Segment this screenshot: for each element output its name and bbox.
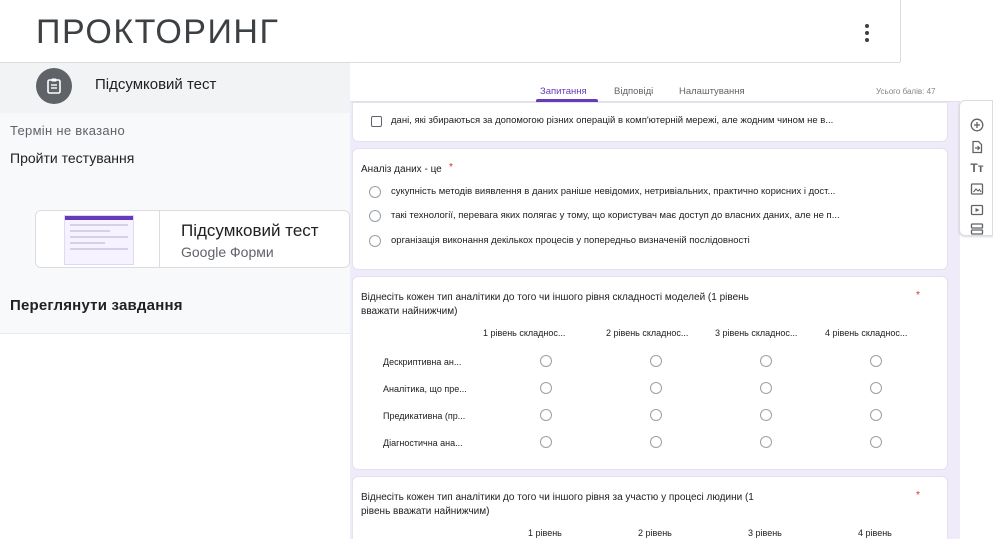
question-title: Аналіз даних - це (361, 164, 442, 175)
panel-divider (0, 333, 350, 334)
due-date-text: Термін не вказано (10, 123, 125, 138)
grid-radio[interactable] (650, 355, 662, 367)
grid-column-label: 1 рівень складнос... (483, 328, 566, 338)
right-divider (900, 0, 901, 62)
app-title: ПРОКТОРИНГ (36, 13, 280, 51)
grid-radio[interactable] (540, 436, 552, 448)
view-work-link[interactable]: Переглянути завдання (10, 297, 183, 314)
attachment-card[interactable]: Підсумковий тест Google Форми (35, 210, 350, 268)
grid-column-label: 4 рівень (858, 528, 892, 538)
required-asterisk: * (449, 162, 453, 173)
forms-side-toolbar: Tт (959, 100, 993, 236)
question-title-line1: Віднесіть кожен тип аналітики до того чи… (361, 292, 749, 303)
grid-column-label: 2 рівень складнос... (606, 328, 689, 338)
tab-settings[interactable]: Налаштування (679, 86, 745, 97)
grid-radio[interactable] (870, 436, 882, 448)
option-radio[interactable] (369, 210, 381, 222)
add-title-icon[interactable]: Tт (969, 160, 985, 176)
add-image-icon[interactable] (969, 181, 985, 197)
top-bar: ПРОКТОРИНГ (0, 0, 900, 62)
required-asterisk: * (916, 290, 920, 301)
attachment-name: Підсумковий тест (181, 221, 319, 240)
question-card-previous[interactable]: дані, які збираються за допомогою різних… (352, 102, 948, 142)
option-text: такі технології, перевага яких полягає у… (391, 210, 840, 221)
grid-column-label: 2 рівень (638, 528, 672, 538)
option-checkbox[interactable] (371, 116, 382, 127)
total-points: Усього балів: 47 (876, 87, 936, 96)
question-title-line1: Віднесіть кожен тип аналітики до того чи… (361, 492, 754, 503)
question-card-data-analysis[interactable]: Аналіз даних - це * сукупність методів в… (352, 148, 948, 270)
forms-tab-bar: Запитання Відповіді Налаштування Усього … (350, 80, 960, 102)
grid-radio[interactable] (760, 436, 772, 448)
grid-radio[interactable] (870, 355, 882, 367)
grid-radio[interactable] (650, 382, 662, 394)
grid-column-label: 3 рівень складнос... (715, 328, 798, 338)
option-text: дані, які збираються за допомогою різних… (391, 115, 834, 126)
question-card-complexity-grid[interactable]: Віднесіть кожен тип аналітики до того чи… (352, 276, 948, 470)
grid-radio[interactable] (650, 409, 662, 421)
grid-column-label: 1 рівень (528, 528, 562, 538)
tab-responses[interactable]: Відповіді (614, 86, 653, 97)
grid-radio[interactable] (870, 409, 882, 421)
grid-radio[interactable] (540, 382, 552, 394)
attachment-type: Google Форми (181, 244, 274, 260)
grid-radio[interactable] (870, 382, 882, 394)
required-asterisk: * (916, 490, 920, 501)
grid-row-label: Аналітика, що пре... (383, 384, 467, 394)
grid-radio[interactable] (540, 355, 552, 367)
grid-radio[interactable] (540, 409, 552, 421)
grid-radio[interactable] (760, 409, 772, 421)
grid-column-label: 3 рівень (748, 528, 782, 538)
more-options-icon[interactable] (852, 18, 882, 48)
option-radio[interactable] (369, 235, 381, 247)
tab-questions[interactable]: Запитання (540, 86, 587, 97)
option-text: організація виконання декількох процесів… (391, 235, 750, 246)
grid-radio[interactable] (760, 382, 772, 394)
add-section-icon[interactable] (969, 221, 985, 237)
grid-radio[interactable] (650, 436, 662, 448)
add-video-icon[interactable] (969, 202, 985, 218)
assignment-title: Підсумковий тест (95, 76, 217, 93)
grid-row-label: Предикативна (пр... (383, 411, 466, 421)
attachment-thumbnail (36, 211, 160, 267)
forms-editor: Запитання Відповіді Налаштування Усього … (350, 80, 960, 539)
import-questions-icon[interactable] (969, 139, 985, 155)
take-test-instruction: Пройти тестування (10, 150, 135, 166)
question-title-line2: рівень вважати найнижчим) (361, 506, 490, 517)
question-card-human-participation-grid[interactable]: Віднесіть кожен тип аналітики до того чи… (352, 476, 948, 539)
assignment-icon (36, 68, 72, 104)
add-question-icon[interactable] (969, 117, 985, 133)
option-text: сукупність методів виявлення в даних ран… (391, 186, 836, 197)
question-title-line2: вважати найнижчим) (361, 306, 458, 317)
grid-row-label: Діагностична ана... (383, 438, 463, 448)
option-radio[interactable] (369, 186, 381, 198)
grid-row-label: Дескриптивна ан... (383, 357, 462, 367)
grid-column-label: 4 рівень складнос... (825, 328, 908, 338)
grid-radio[interactable] (760, 355, 772, 367)
